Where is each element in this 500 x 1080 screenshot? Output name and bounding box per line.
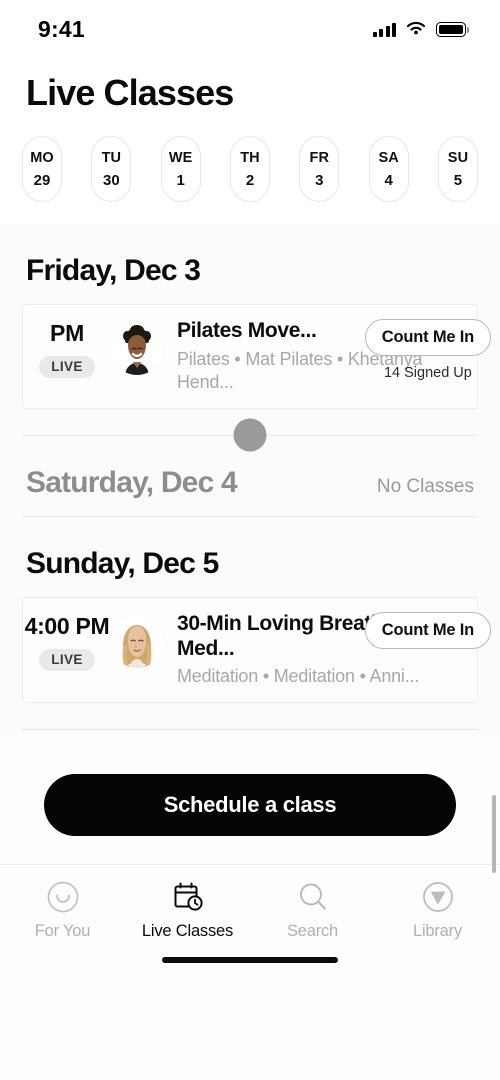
app-screen: 9:41 Live Classes MO 29 TU 30 WE 1 TH 2 … <box>0 0 500 1080</box>
tab-for-you[interactable]: For You <box>0 879 125 941</box>
page-title: Live Classes <box>26 72 234 113</box>
date-pill-num: 5 <box>453 171 463 189</box>
date-pill-num: 1 <box>176 171 185 189</box>
status-icons <box>372 21 469 37</box>
date-pill-fr[interactable]: FR 3 <box>299 136 340 202</box>
scrollbar-thumb[interactable] <box>492 795 496 873</box>
class-meta: Meditation • Meditation • Anni... <box>177 666 420 687</box>
drag-handle[interactable] <box>233 418 267 452</box>
schedule-list[interactable]: Friday, Dec 3 PM LIVE Pilates Move... Pi… <box>0 224 500 731</box>
section-drag-divider <box>0 418 500 452</box>
date-pill-mo[interactable]: MO 29 <box>22 136 62 202</box>
circle-triangle-icon <box>420 879 456 915</box>
count-me-in-button[interactable]: Count Me In <box>364 319 491 356</box>
date-pill-we[interactable]: WE 1 <box>160 136 201 202</box>
date-pill-num: 29 <box>33 171 51 189</box>
calendar-clock-icon <box>170 879 206 915</box>
tab-label: Live Classes <box>141 922 234 941</box>
date-pill-th[interactable]: TH 2 <box>229 136 270 202</box>
live-badge: LIVE <box>39 355 95 378</box>
tab-search[interactable]: Search <box>250 879 375 941</box>
date-pill-tu[interactable]: TU 30 <box>91 136 132 202</box>
day-title: Friday, Dec 3 <box>26 254 201 287</box>
class-card-wrapper: PM LIVE Pilates Move... Pilates • Mat Pi… <box>0 304 500 409</box>
class-action-column: Count Me In 14 Signed Up <box>364 319 491 381</box>
cta-area: Schedule a class <box>0 730 500 865</box>
tab-label: Search <box>286 922 339 941</box>
class-time-column: PM LIVE <box>23 319 111 378</box>
day-header-friday: Friday, Dec 3 <box>0 224 500 304</box>
home-indicator <box>162 957 338 964</box>
class-time-column: 4:00 PM LIVE <box>23 612 111 671</box>
tab-label: For You <box>34 922 91 941</box>
wifi-icon <box>406 21 426 35</box>
smiley-face-icon <box>45 879 81 915</box>
bottom-tab-bar: For You Live Classes Search Library <box>0 864 500 942</box>
class-card[interactable]: PM LIVE Pilates Move... Pilates • Mat Pi… <box>22 304 491 409</box>
date-pill-num: 2 <box>245 171 255 189</box>
date-pill-num: 30 <box>102 171 120 189</box>
live-badge: LIVE <box>39 648 95 671</box>
tab-library[interactable]: Library <box>375 879 500 941</box>
signal-bars-icon <box>372 22 396 37</box>
date-pill-dow: MO <box>30 149 54 166</box>
date-pill-su[interactable]: SU 5 <box>437 136 478 202</box>
date-pill-dow: TU <box>101 149 122 166</box>
signed-up-count: 14 Signed Up <box>383 365 472 381</box>
instructor-avatar <box>111 323 163 375</box>
count-me-in-button[interactable]: Count Me In <box>364 611 491 649</box>
no-classes-note: No Classes <box>376 475 474 497</box>
status-bar: 9:41 <box>0 0 500 58</box>
date-pill-dow: WE <box>168 149 193 166</box>
status-time: 9:41 <box>38 15 85 42</box>
date-pill-dow: FR <box>309 149 330 166</box>
class-time: PM <box>50 320 84 346</box>
class-time: 4:00 PM <box>24 612 110 639</box>
date-pill-sa[interactable]: SA 4 <box>368 136 409 202</box>
search-icon <box>295 879 331 915</box>
date-strip: MO 29 TU 30 WE 1 TH 2 FR 3 SA 4 SU 5 <box>0 136 500 202</box>
date-pill-dow: TH <box>240 149 260 166</box>
date-pill-num: 4 <box>384 171 393 189</box>
day-header-sunday: Sunday, Dec 5 <box>0 517 500 597</box>
day-title: Sunday, Dec 5 <box>26 546 219 580</box>
class-card[interactable]: 4:00 PM LIVE 30-Min Loving Breath & Med.… <box>22 596 491 704</box>
class-action-column: Count Me In <box>364 611 491 649</box>
tab-live-classes[interactable]: Live Classes <box>125 879 250 941</box>
instructor-avatar <box>111 615 163 668</box>
page-header: Live Classes MO 29 TU 30 WE 1 TH 2 FR 3 <box>0 58 500 224</box>
battery-icon <box>436 21 469 37</box>
date-pill-num: 3 <box>315 171 324 189</box>
day-title: Saturday, Dec 4 <box>26 465 238 499</box>
date-pill-dow: SA <box>378 149 399 166</box>
class-card-wrapper: 4:00 PM LIVE 30-Min Loving Breath & Med.… <box>0 596 500 704</box>
date-pill-dow: SU <box>447 149 469 166</box>
divider <box>22 729 478 731</box>
schedule-a-class-button[interactable]: Schedule a class <box>44 774 456 837</box>
tab-label: Library <box>412 922 463 941</box>
